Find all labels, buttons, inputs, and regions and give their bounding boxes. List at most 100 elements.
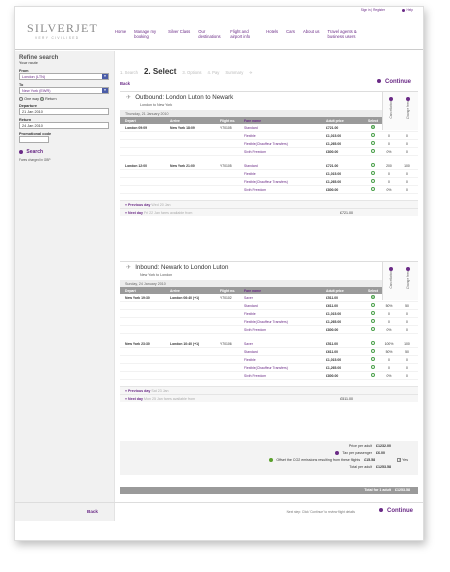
fare-name-link[interactable]: Saver: [244, 342, 326, 346]
to-select[interactable]: New York (EWR) ▼: [19, 87, 109, 94]
nav-home[interactable]: Home: [115, 29, 126, 39]
departure-date-field[interactable]: 21 Jan 2010: [19, 108, 109, 115]
nav-flight-info[interactable]: Flight and airport info: [230, 29, 258, 39]
nav-manage-booking[interactable]: Manage my booking: [134, 29, 160, 39]
fare-select-radio[interactable]: [371, 373, 375, 377]
change-fee-cell: 0: [406, 357, 408, 362]
cancellation-cell: 200: [386, 163, 392, 168]
fare-name-link[interactable]: Flexible: [244, 358, 326, 362]
fare-select-radio[interactable]: [371, 187, 375, 191]
fare-name-link[interactable]: Sixth Freedom: [244, 374, 326, 378]
fare-select-radio[interactable]: [371, 327, 375, 331]
fare-select-radio[interactable]: [371, 149, 375, 153]
fare-name-link[interactable]: Flexible: [244, 134, 326, 138]
nav-cars[interactable]: Cars: [286, 29, 295, 39]
fare-name-link[interactable]: Sixth Freedom: [244, 328, 326, 332]
step-search[interactable]: 1. Search: [120, 70, 138, 75]
previous-day-link[interactable]: « Previous day: [125, 389, 150, 393]
continue-button-top[interactable]: Continue: [377, 79, 411, 85]
fare-name-link[interactable]: Flexible(Chauffeur Transfers): [244, 320, 326, 324]
flight-number-cell: Y70105: [220, 125, 232, 130]
adult-price-cell: £800.00: [326, 327, 339, 332]
fare-name-link[interactable]: Standard: [244, 304, 326, 308]
fare-name-link[interactable]: Standard: [244, 126, 326, 130]
previous-day-link[interactable]: « Previous day: [125, 203, 150, 207]
outbound-title: Outbound: London Luton to Newark: [135, 94, 234, 101]
nav-hotels[interactable]: Hotels: [266, 29, 278, 39]
fare-name-link[interactable]: Flexible(Chauffeur Transfers): [244, 142, 326, 146]
back-link-top[interactable]: Back: [120, 81, 130, 86]
tax-row: Tax per passenger £6.00: [130, 451, 408, 458]
return-date-field[interactable]: 24 Jan 2010: [19, 122, 109, 129]
fee-column-header: Cancellation Change fees: [382, 92, 418, 130]
next-day-price: £511.00: [340, 397, 353, 401]
fare-select-radio[interactable]: [371, 319, 375, 323]
adult-price-cell: £1,265.00: [326, 179, 342, 184]
back-link-bottom[interactable]: Back: [87, 509, 98, 514]
co2-offset-checkbox[interactable]: ✓: [397, 458, 402, 463]
fare-row: Flexible £1,015.00 0 0: [120, 356, 418, 364]
currency-note: Fares charged in GBP: [19, 158, 51, 162]
fare-name-link[interactable]: Flexible: [244, 312, 326, 316]
from-select[interactable]: London (LTN) ▼: [19, 73, 109, 80]
promo-code-field[interactable]: [19, 136, 49, 143]
next-day-group: » Next day Fri 22 Jan fares available fr…: [125, 211, 192, 215]
to-value: New York (EWR): [22, 89, 51, 93]
fare-name-link[interactable]: Sixth Freedom: [244, 150, 326, 154]
fare-select-radio[interactable]: [371, 125, 375, 129]
fare-row: Standard £611.00 50% 50: [120, 348, 418, 356]
logo-brand: SILVERJET: [27, 21, 99, 35]
fare-select-radio[interactable]: [371, 295, 375, 299]
next-day-link[interactable]: » Next day: [125, 211, 143, 215]
fare-select-radio[interactable]: [371, 341, 375, 345]
nav-destinations[interactable]: Our destinations: [198, 29, 222, 39]
fare-name-link[interactable]: Saver: [244, 296, 326, 300]
return-radio[interactable]: [40, 97, 45, 101]
fare-row: Flexible(Chauffeur Transfers) £1,265.00 0 0: [120, 364, 418, 372]
fare-select-radio[interactable]: [371, 349, 375, 353]
fare-select-radio[interactable]: [371, 365, 375, 369]
continue-button-bottom[interactable]: Continue: [379, 508, 413, 514]
fare-select-radio[interactable]: [371, 141, 375, 145]
select-cell: [366, 163, 380, 168]
next-day-link[interactable]: » Next day: [125, 397, 143, 401]
previous-day-group: « Previous day Wed 20 Jan: [125, 203, 171, 207]
fare-select-radio[interactable]: [371, 133, 375, 137]
fare-select-radio[interactable]: [371, 311, 375, 315]
help-link[interactable]: Help: [401, 8, 413, 12]
fare-select-radio[interactable]: [371, 357, 375, 361]
step-select: 2. Select: [143, 67, 177, 76]
one-way-radio[interactable]: [19, 97, 23, 101]
fare-name-link[interactable]: Sixth Freedom: [244, 188, 326, 192]
info-icon[interactable]: [335, 451, 340, 456]
fare-name-link[interactable]: Flexible: [244, 172, 326, 176]
cancellation-label: Cancellation: [388, 101, 393, 119]
co2-offset-yes: Yes: [402, 458, 408, 462]
register-link[interactable]: Register: [373, 8, 385, 12]
fare-name-link[interactable]: Flexible(Chauffeur Transfers): [244, 180, 326, 184]
sign-in-link[interactable]: Sign in: [361, 8, 371, 12]
select-cell: [366, 187, 380, 192]
fare-name-link[interactable]: Flexible(Chauffeur Transfers): [244, 366, 326, 370]
select-cell: [366, 295, 380, 300]
select-cell: [366, 125, 380, 130]
fare-select-radio[interactable]: [371, 303, 375, 307]
change-fees-label: Change fees: [406, 271, 411, 290]
booking-page: Sign in | Register Help SILVERJET VERY C…: [14, 6, 424, 541]
fare-row: Sixth Freedom £800.00 0% 0: [120, 186, 418, 194]
depart-cell: London 09:09: [125, 125, 148, 130]
select-cell: [366, 327, 380, 332]
fare-select-radio[interactable]: [371, 163, 375, 167]
silverjet-logo[interactable]: SILVERJET VERY CIVILISED: [27, 21, 98, 40]
nav-silver-class[interactable]: Silver Class: [168, 29, 190, 39]
fare-name-link[interactable]: Standard: [244, 164, 326, 168]
fare-select-radio[interactable]: [371, 171, 375, 175]
search-button[interactable]: Search: [19, 149, 110, 155]
column-header: Adult price: [326, 288, 344, 293]
nav-about-us[interactable]: About us: [303, 29, 320, 39]
grand-total-value: £1253.58: [395, 488, 410, 492]
fare-select-radio[interactable]: [371, 179, 375, 183]
fare-name-link[interactable]: Standard: [244, 350, 326, 354]
nav-travel-agents[interactable]: Travel agents & business users: [328, 29, 370, 39]
adult-price-cell: £1,015.00: [326, 357, 342, 362]
